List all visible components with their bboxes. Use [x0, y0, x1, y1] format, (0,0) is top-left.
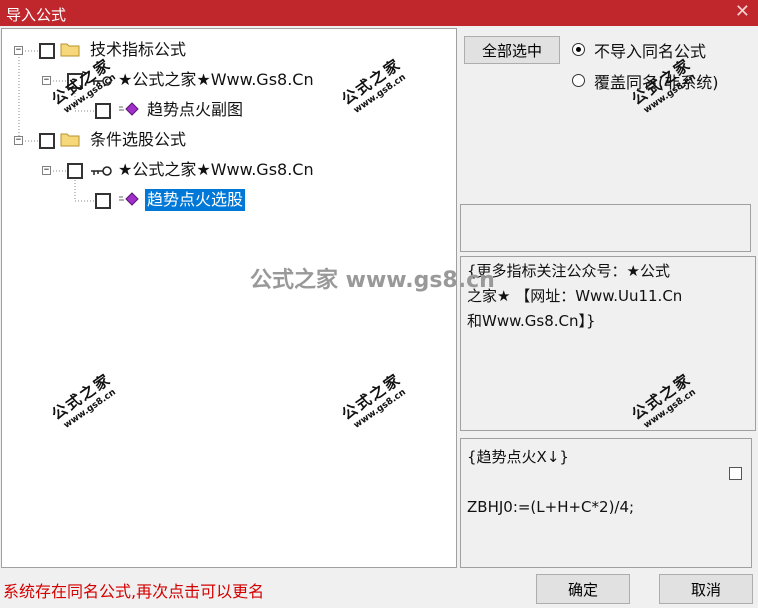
description-line-3: 和Www.Gs8.Cn】}: [467, 312, 596, 330]
tree-label: 趋势点火副图: [147, 100, 244, 119]
tree-checkbox[interactable]: [39, 43, 55, 59]
tree-label: 条件选股公式: [90, 130, 187, 149]
ok-button[interactable]: 确定: [536, 574, 630, 604]
title-bar: 导入公式 ✕: [0, 0, 758, 26]
tree-checkbox[interactable]: [39, 133, 55, 149]
no-import-same-radio[interactable]: [572, 43, 585, 56]
overwrite-same-label: 覆盖同名(非系统): [594, 73, 719, 92]
select-all-button[interactable]: 全部选中: [464, 36, 560, 64]
overwrite-same-radio[interactable]: [572, 74, 585, 87]
formula-tree[interactable]: − 技术指标公式 − ★公式之家★Www.Gs8.Cn 趋势点火副图 − 条件选…: [1, 28, 457, 568]
radio-selected-dot: [576, 47, 581, 52]
tree-label-selected: 趋势点火选股: [145, 189, 246, 211]
tree-node-author-1[interactable]: − ★公式之家★Www.Gs8.Cn: [2, 69, 456, 93]
tree-label: ★公式之家★Www.Gs8.Cn: [118, 160, 314, 179]
collapse-icon[interactable]: −: [42, 166, 51, 175]
description-line-1: {更多指标关注公众号：★公式: [467, 262, 670, 280]
collapse-icon[interactable]: −: [14, 136, 23, 145]
formula-gem-icon: [119, 192, 139, 206]
close-icon[interactable]: ✕: [735, 1, 750, 22]
cancel-button[interactable]: 取消: [659, 574, 753, 604]
tree-label: 技术指标公式: [90, 40, 187, 59]
tree-checkbox[interactable]: [67, 163, 83, 179]
code-line-1: {趋势点火X↓}: [467, 448, 569, 466]
tree-node-stock-selection[interactable]: − 条件选股公式: [2, 129, 456, 153]
key-icon: [91, 166, 112, 176]
description-line-2: 之家★ 【网址：Www.Uu11.Cn: [467, 287, 683, 305]
tree-label: ★公式之家★Www.Gs8.Cn: [118, 70, 314, 89]
tree-node-tech-indicators[interactable]: − 技术指标公式: [2, 39, 456, 63]
formula-gem-icon: [119, 102, 139, 116]
folder-icon: [60, 43, 80, 57]
window-title: 导入公式: [6, 6, 67, 24]
tree-checkbox[interactable]: [95, 193, 111, 209]
formula-code-panel: {趋势点火X↓} ZBHJ0:=(L+H+C*2)/4;: [460, 438, 752, 568]
dialog-body: − 技术指标公式 − ★公式之家★Www.Gs8.Cn 趋势点火副图 − 条件选…: [0, 26, 758, 608]
tree-node-formula-1[interactable]: 趋势点火副图: [2, 99, 456, 123]
key-icon: [91, 76, 112, 86]
code-line-2: ZBHJ0:=(L+H+C*2)/4;: [467, 498, 635, 516]
rename-field[interactable]: [460, 204, 751, 252]
collapse-icon[interactable]: −: [42, 76, 51, 85]
status-message: 系统存在同名公式,再次点击可以更名: [3, 582, 265, 601]
description-panel: {更多指标关注公众号：★公式 之家★ 【网址：Www.Uu11.Cn 和Www.…: [460, 256, 756, 431]
tree-node-author-2[interactable]: − ★公式之家★Www.Gs8.Cn: [2, 159, 456, 183]
folder-icon: [60, 133, 80, 147]
code-panel-checkbox[interactable]: [729, 467, 742, 480]
tree-checkbox[interactable]: [95, 103, 111, 119]
tree-node-formula-2[interactable]: 趋势点火选股: [2, 189, 456, 213]
no-import-same-label: 不导入同名公式: [594, 42, 707, 61]
collapse-icon[interactable]: −: [14, 46, 23, 55]
tree-checkbox[interactable]: [67, 73, 83, 89]
